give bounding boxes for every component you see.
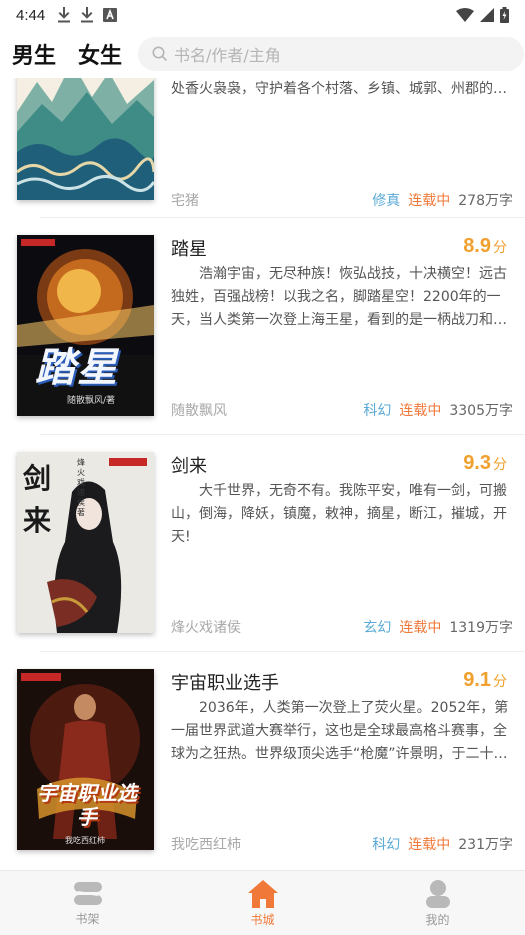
book-score: 8.9 分 xyxy=(463,235,507,258)
nav-bookshelf[interactable]: 书架 xyxy=(0,871,175,935)
book-word-count: 3305万字 xyxy=(449,403,513,419)
nav-label: 书架 xyxy=(75,911,100,926)
status-bar: 4:44 xyxy=(0,0,525,30)
book-title[interactable]: 踏星 xyxy=(171,235,207,261)
bookshelf-icon xyxy=(73,881,102,905)
book-word-count: 278万字 xyxy=(458,193,513,209)
cover-author-text: 我吃西红柿 xyxy=(65,836,105,845)
tab-male-label: 男生 xyxy=(12,43,57,69)
divider xyxy=(40,434,525,435)
search-icon xyxy=(152,46,168,62)
book-author: 烽火戏诸侯 xyxy=(171,620,241,636)
nav-label: 我的 xyxy=(425,912,450,927)
score-value: 9.1 xyxy=(463,669,491,691)
search-placeholder: 书名/作者/主角 xyxy=(174,46,281,65)
wifi-icon xyxy=(456,8,474,22)
battery-icon xyxy=(500,7,509,23)
book-item[interactable]: 宇宙职业选手 我吃西红柿 宇宙职业选手 9.1 分 2036年，人类第一次登上了荧… xyxy=(0,669,525,870)
home-icon xyxy=(247,879,278,908)
score-unit: 分 xyxy=(493,239,507,255)
book-cover[interactable]: 踏星 随散飘风/著 xyxy=(17,235,154,416)
book-author: 我吃西红柿 xyxy=(171,837,241,853)
book-word-count: 1319万字 xyxy=(449,620,513,636)
book-description: 大千世界，无奇不有。我陈平安，唯有一剑，可搬山，倒海，降妖，镇魔，敕神，摘星，断… xyxy=(171,483,507,545)
book-list[interactable]: 宅猪 处香火袅袅，守护着各个村落、乡镇、城郭、州郡的… 宅猪 修真 连载中 27… xyxy=(0,78,525,870)
cover-title-text: 踏星 xyxy=(35,345,119,391)
book-meta: 玄幻 连载中 1319万字 xyxy=(363,617,513,637)
app-notification-icon xyxy=(103,8,118,22)
divider xyxy=(40,217,525,218)
download-icon xyxy=(81,7,94,23)
top-header: 男生 女生 书名/作者/主角 xyxy=(0,30,525,82)
cover-title-text: 剑来 xyxy=(23,462,52,537)
book-description: 浩瀚宇宙，无尽种族！恢弘战技，十决横空！远古独姓，百强战榜！以我之名，脚踏星空！… xyxy=(171,266,507,328)
nav-bookstore[interactable]: 书城 xyxy=(175,871,350,935)
book-score: 9.3 分 xyxy=(463,452,507,475)
book-cover[interactable]: 宅猪 xyxy=(17,78,154,200)
profile-icon xyxy=(425,879,450,908)
nav-profile[interactable]: 我的 xyxy=(350,871,525,935)
score-unit: 分 xyxy=(493,456,507,472)
book-description: 2036年，人类第一次登上了荧火星。2052年，第一届世界武道大赛举行，这也是全… xyxy=(171,700,509,762)
book-status: 连载中 xyxy=(399,403,442,419)
search-input[interactable]: 书名/作者/主角 xyxy=(138,37,524,71)
book-meta: 科幻 连载中 3305万字 xyxy=(363,400,513,420)
tab-female[interactable]: 女生 xyxy=(78,38,122,70)
book-status: 连载中 xyxy=(408,837,451,853)
score-value: 9.3 xyxy=(463,452,491,474)
book-item[interactable]: 踏星 随散飘风/著 踏星 8.9 分 浩瀚宇宙，无尽种族！恢弘战技，十决横空！远古… xyxy=(0,235,525,452)
cover-author-text: 随散飘风/著 xyxy=(67,396,116,406)
cover-author-text: 烽火戏诸侯 著 xyxy=(77,458,85,517)
nav-label: 书城 xyxy=(250,912,275,927)
book-genre: 玄幻 xyxy=(363,620,392,636)
book-genre: 科幻 xyxy=(363,403,392,419)
score-unit: 分 xyxy=(493,673,507,689)
book-status: 连载中 xyxy=(408,193,451,209)
status-time: 4:44 xyxy=(16,6,46,24)
book-meta: 修真 连载中 278万字 xyxy=(372,190,513,210)
bottom-nav: 书架 书城 我的 xyxy=(0,870,525,935)
book-status: 连载中 xyxy=(399,620,442,636)
download-icon xyxy=(58,7,71,23)
book-item[interactable]: 宅猪 处香火袅袅，守护着各个村落、乡镇、城郭、州郡的… 宅猪 修真 连载中 27… xyxy=(0,78,525,259)
book-cover[interactable]: 剑来 烽火戏诸侯 著 xyxy=(17,452,154,633)
book-meta: 科幻 连载中 231万字 xyxy=(372,834,513,854)
cover-art xyxy=(17,78,154,200)
tab-female-label: 女生 xyxy=(78,43,123,69)
book-author: 随散飘风 xyxy=(171,403,227,419)
book-genre: 科幻 xyxy=(372,837,401,853)
book-author: 宅猪 xyxy=(171,193,199,209)
book-cover[interactable]: 宇宙职业选手 我吃西红柿 xyxy=(17,669,154,850)
book-word-count: 231万字 xyxy=(458,837,513,853)
book-description: 处香火袅袅，守护着各个村落、乡镇、城郭、州郡的… xyxy=(171,81,507,97)
book-title[interactable]: 剑来 xyxy=(171,452,207,478)
book-score: 9.1 分 xyxy=(463,669,507,692)
divider xyxy=(40,651,525,652)
tab-male[interactable]: 男生 xyxy=(12,38,57,82)
book-title[interactable]: 宇宙职业选手 xyxy=(171,669,279,695)
score-value: 8.9 xyxy=(463,235,491,257)
cover-title-text: 宇宙职业选手 xyxy=(37,781,137,829)
book-item[interactable]: 剑来 烽火戏诸侯 著 剑来 9.3 分 大千世界，无奇不有。我陈平安，唯有一剑，可… xyxy=(0,452,525,669)
book-genre: 修真 xyxy=(372,193,401,209)
signal-icon xyxy=(480,8,494,22)
